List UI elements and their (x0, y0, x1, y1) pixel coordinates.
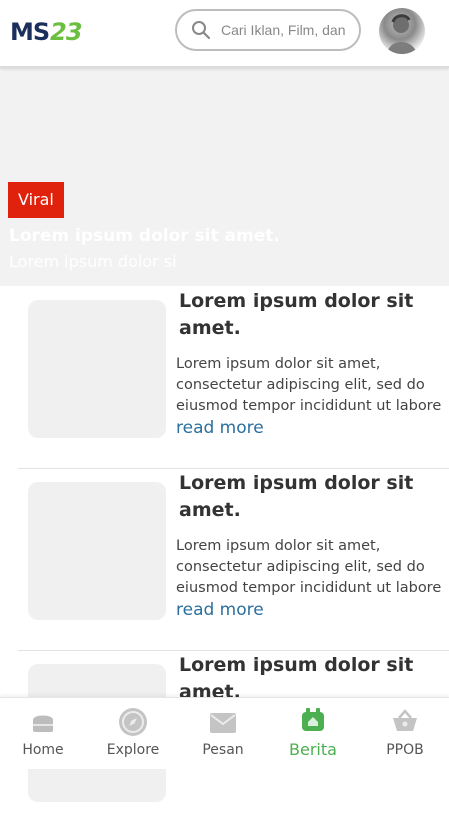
nav-explore[interactable]: Explore (88, 698, 178, 769)
search-icon (192, 21, 211, 40)
news-excerpt: Lorem ipsum dolor sit amet, consectetur … (176, 538, 442, 596)
news-thumbnail[interactable] (28, 482, 166, 620)
bottom-nav: Home Explore Pesan Berita PPOB (0, 697, 449, 769)
hero-subtitle: Lorem ipsum dolor si (9, 252, 177, 271)
top-bar: MS 23 (0, 0, 449, 68)
news-card[interactable]: Lorem ipsum dolor sit amet. Lorem ipsum … (18, 286, 449, 469)
hero-title: Lorem ipsum dolor sit amet. (9, 226, 280, 246)
read-more-link[interactable]: read more (176, 600, 264, 620)
viral-badge: Viral (8, 182, 64, 218)
mail-icon (210, 713, 236, 733)
basket-icon (393, 709, 417, 731)
nav-berita[interactable]: Berita (268, 698, 358, 769)
nav-explore-label: Explore (106, 742, 160, 758)
nav-home-label: Home (22, 742, 64, 758)
logo-text-num: 23 (50, 18, 82, 46)
nav-pesan[interactable]: Pesan (178, 698, 268, 769)
news-title[interactable]: Lorem ipsum dolor sit amet. (179, 470, 419, 524)
news-title[interactable]: Lorem ipsum dolor sit amet. (179, 288, 419, 342)
app-logo[interactable]: MS 23 (10, 16, 83, 48)
news-icon (302, 708, 324, 731)
search-input[interactable] (219, 21, 363, 39)
home-icon (33, 715, 53, 732)
hero-banner[interactable]: Viral Lorem ipsum dolor sit amet. Lorem … (0, 66, 449, 286)
news-excerpt: Lorem ipsum dolor sit amet, consectetur … (176, 356, 442, 414)
compass-icon (119, 708, 147, 736)
read-more-link[interactable]: read more (176, 418, 264, 438)
avatar[interactable] (379, 8, 425, 54)
nav-pesan-label: Pesan (202, 742, 244, 758)
nav-berita-label: Berita (289, 740, 337, 759)
logo-text-ms: MS (10, 18, 50, 46)
nav-home[interactable]: Home (0, 698, 88, 769)
news-card[interactable]: Lorem ipsum dolor sit amet. Lorem ipsum … (18, 468, 449, 651)
news-thumbnail[interactable] (28, 300, 166, 438)
search-bar[interactable] (175, 9, 363, 51)
nav-ppob[interactable]: PPOB (360, 698, 449, 769)
nav-ppob-label: PPOB (386, 742, 424, 758)
user-photo-icon (387, 14, 417, 54)
